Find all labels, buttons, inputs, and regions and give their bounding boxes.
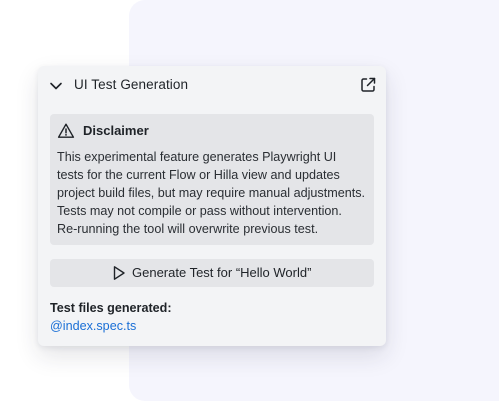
disclaimer-box: Disclaimer This experimental feature gen…	[50, 114, 374, 245]
disclaimer-line: This experimental feature generates Play…	[57, 150, 337, 164]
warning-icon	[57, 122, 75, 140]
play-icon	[112, 265, 126, 281]
disclaimer-line: Re-running the tool will overwrite previ…	[57, 222, 319, 236]
disclaimer-line: tests for the current Flow or Hilla view…	[57, 168, 340, 182]
test-files-label: Test files generated:	[50, 301, 172, 315]
panel-header: UI Test Generation	[38, 66, 386, 106]
panel-title: UI Test Generation	[74, 77, 189, 92]
generate-test-label: Generate Test for “Hello World”	[132, 265, 312, 280]
external-link-icon[interactable]	[359, 76, 377, 94]
disclaimer-line: Tests may not compile or pass without in…	[57, 204, 342, 218]
generate-test-button[interactable]: Generate Test for “Hello World”	[50, 259, 374, 287]
ui-test-generation-panel: UI Test Generation Disclaimer This exper…	[38, 66, 386, 346]
stage: UI Test Generation Disclaimer This exper…	[0, 0, 499, 410]
disclaimer-text: This experimental feature generates Play…	[57, 148, 375, 238]
disclaimer-title: Disclaimer	[83, 123, 149, 138]
disclaimer-line: project build files, but may require man…	[57, 186, 365, 200]
chevron-down-icon[interactable]	[48, 78, 64, 94]
test-file-link[interactable]: @index.spec.ts	[50, 319, 136, 333]
